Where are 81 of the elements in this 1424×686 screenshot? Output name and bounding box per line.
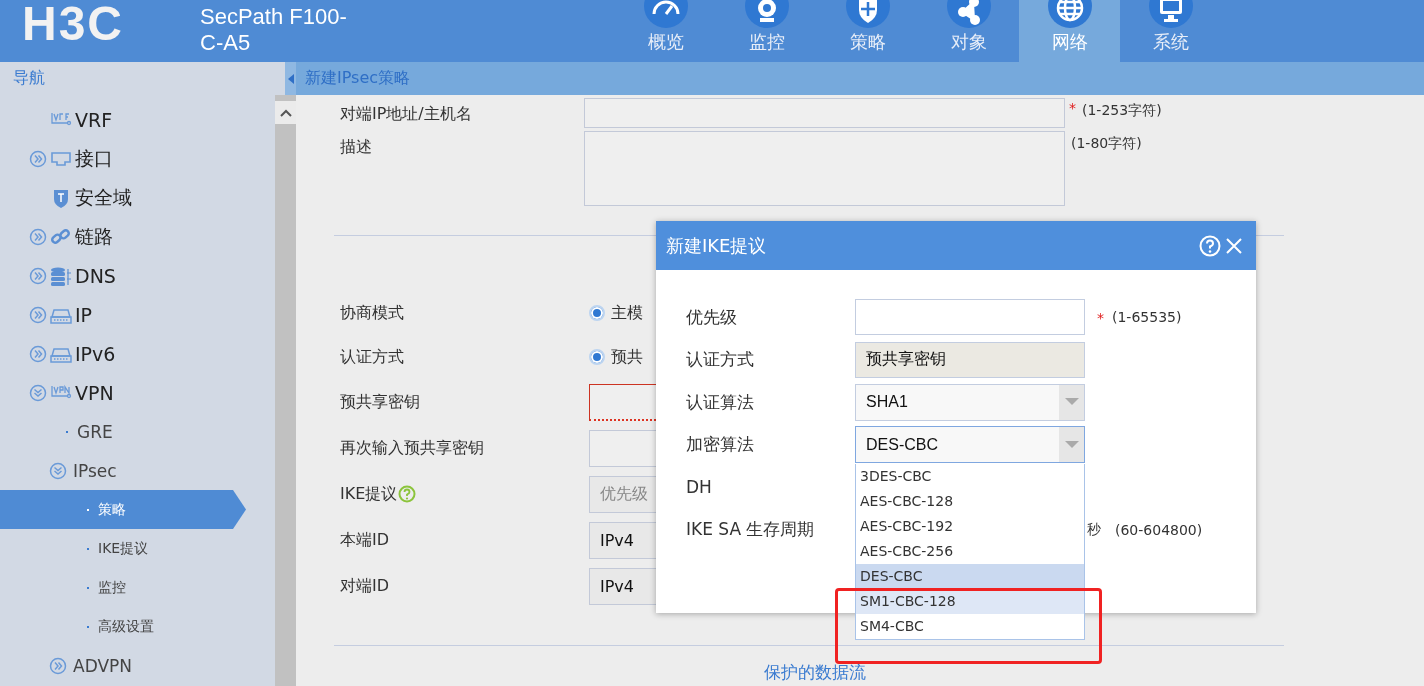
field-hint: (60-604800) — [1115, 521, 1203, 538]
field-label: 优先级 — [686, 305, 738, 329]
radio-label: 预共 — [611, 346, 643, 368]
required-mark: * — [1069, 100, 1076, 116]
dropdown-option[interactable]: AES-CBC-256 — [856, 539, 1084, 565]
input-field[interactable] — [584, 98, 1065, 128]
input-field[interactable] — [855, 299, 1085, 336]
readonly-field: 预共享密钥 — [855, 341, 1085, 378]
expander-icon[interactable] — [29, 149, 47, 168]
radio-button[interactable] — [589, 349, 605, 365]
field-hint: (1-80字符) — [1071, 135, 1142, 153]
field-label: 对端ID — [340, 575, 390, 597]
dropdown-option[interactable]: AES-CBC-192 — [856, 514, 1084, 540]
nav-item[interactable]: ADVPN — [0, 646, 246, 685]
field-label: IKE提议 — [340, 483, 398, 505]
radio-label: 主模 — [611, 302, 643, 324]
scroll-up-button[interactable] — [275, 101, 296, 124]
field-label: 描述 — [340, 136, 373, 158]
expander-icon[interactable] — [29, 383, 47, 402]
text-area[interactable] — [584, 131, 1065, 206]
nav-item[interactable]: DNS — [0, 256, 246, 295]
nav-item[interactable]: GRE — [0, 412, 246, 451]
select-field[interactable]: IPv4 — [589, 521, 656, 559]
expander-icon[interactable] — [49, 656, 67, 675]
collapse-icon — [287, 73, 294, 84]
field-label: 本端ID — [340, 529, 390, 551]
select-field[interactable]: SHA1 — [855, 383, 1085, 421]
nav-title: 导航 — [13, 68, 45, 89]
radio-button[interactable] — [589, 305, 605, 321]
dropdown-option[interactable]: AES-CBC-128 — [856, 489, 1084, 515]
nav-item[interactable]: 链路 — [0, 217, 246, 256]
field-label: 认证算法 — [686, 390, 755, 414]
close-icon[interactable] — [1225, 236, 1243, 255]
field-label: DH — [686, 477, 713, 498]
field-label: 加密算法 — [686, 433, 755, 457]
required-mark: * — [1097, 310, 1104, 327]
field-label: 协商模式 — [340, 302, 404, 324]
field-label: 预共享密钥 — [340, 391, 420, 413]
expander-icon[interactable] — [29, 227, 47, 246]
nav-item[interactable]: IP — [0, 295, 246, 334]
page-title: 新建IPsec策略 — [305, 68, 411, 89]
field-label: 再次输入预共享密钥 — [340, 437, 484, 459]
product-name: SecPath F100-C-A5 — [200, 4, 348, 56]
nav-item[interactable]: 接口 — [0, 139, 246, 178]
dropdown-option[interactable]: DES-CBC — [856, 564, 1084, 590]
field-label: 认证方式 — [686, 348, 755, 372]
help-icon[interactable] — [398, 485, 417, 503]
field-hint: (1-253字符) — [1082, 102, 1162, 120]
select-field[interactable]: IPv4 — [589, 567, 656, 605]
dropdown-option[interactable]: SM4-CBC — [856, 614, 1084, 640]
password-field[interactable] — [589, 429, 656, 467]
field-label: IKE SA 生存周期 — [686, 518, 816, 542]
expander-icon[interactable] — [49, 461, 67, 480]
scrollbar[interactable] — [275, 95, 296, 686]
logo: H3C — [22, 0, 126, 48]
dialog-title: 新建IKE提议 — [666, 233, 768, 258]
field-label: 认证方式 — [340, 346, 404, 368]
nav-item[interactable]: IPsec — [0, 451, 246, 490]
expander-icon[interactable] — [29, 305, 47, 324]
collapse-button[interactable] — [285, 62, 296, 95]
field-hint: (1-65535) — [1112, 309, 1182, 326]
nav-item[interactable]: VRF — [0, 100, 246, 139]
nav-item[interactable]: IKE提议 — [0, 529, 246, 568]
section-link[interactable]: 保护的数据流 — [764, 661, 866, 684]
select-field[interactable]: DES-CBC — [855, 426, 1085, 464]
nav-item[interactable]: 高级设置 — [0, 607, 246, 646]
nav-item[interactable]: VPN — [0, 373, 246, 412]
nav-item[interactable]: 监控 — [0, 568, 246, 607]
dropdown-icon — [1064, 398, 1079, 407]
dropdown-option[interactable]: SM1-CBC-128 — [856, 589, 1084, 615]
nav-item[interactable]: IPv6 — [0, 334, 246, 373]
password-field[interactable] — [589, 383, 656, 421]
caret-up-icon — [279, 108, 292, 117]
nav-item[interactable]: 安全域 — [0, 178, 246, 217]
dropdown-option[interactable]: 3DES-CBC — [856, 464, 1084, 490]
dropdown-icon — [1064, 440, 1079, 449]
unit-label: 秒 — [1087, 520, 1101, 539]
expander-icon[interactable] — [29, 266, 47, 285]
field-label: 对端IP地址/主机名 — [340, 103, 473, 125]
nav-item[interactable]: 策略 — [0, 490, 246, 529]
expander-icon[interactable] — [29, 344, 47, 363]
